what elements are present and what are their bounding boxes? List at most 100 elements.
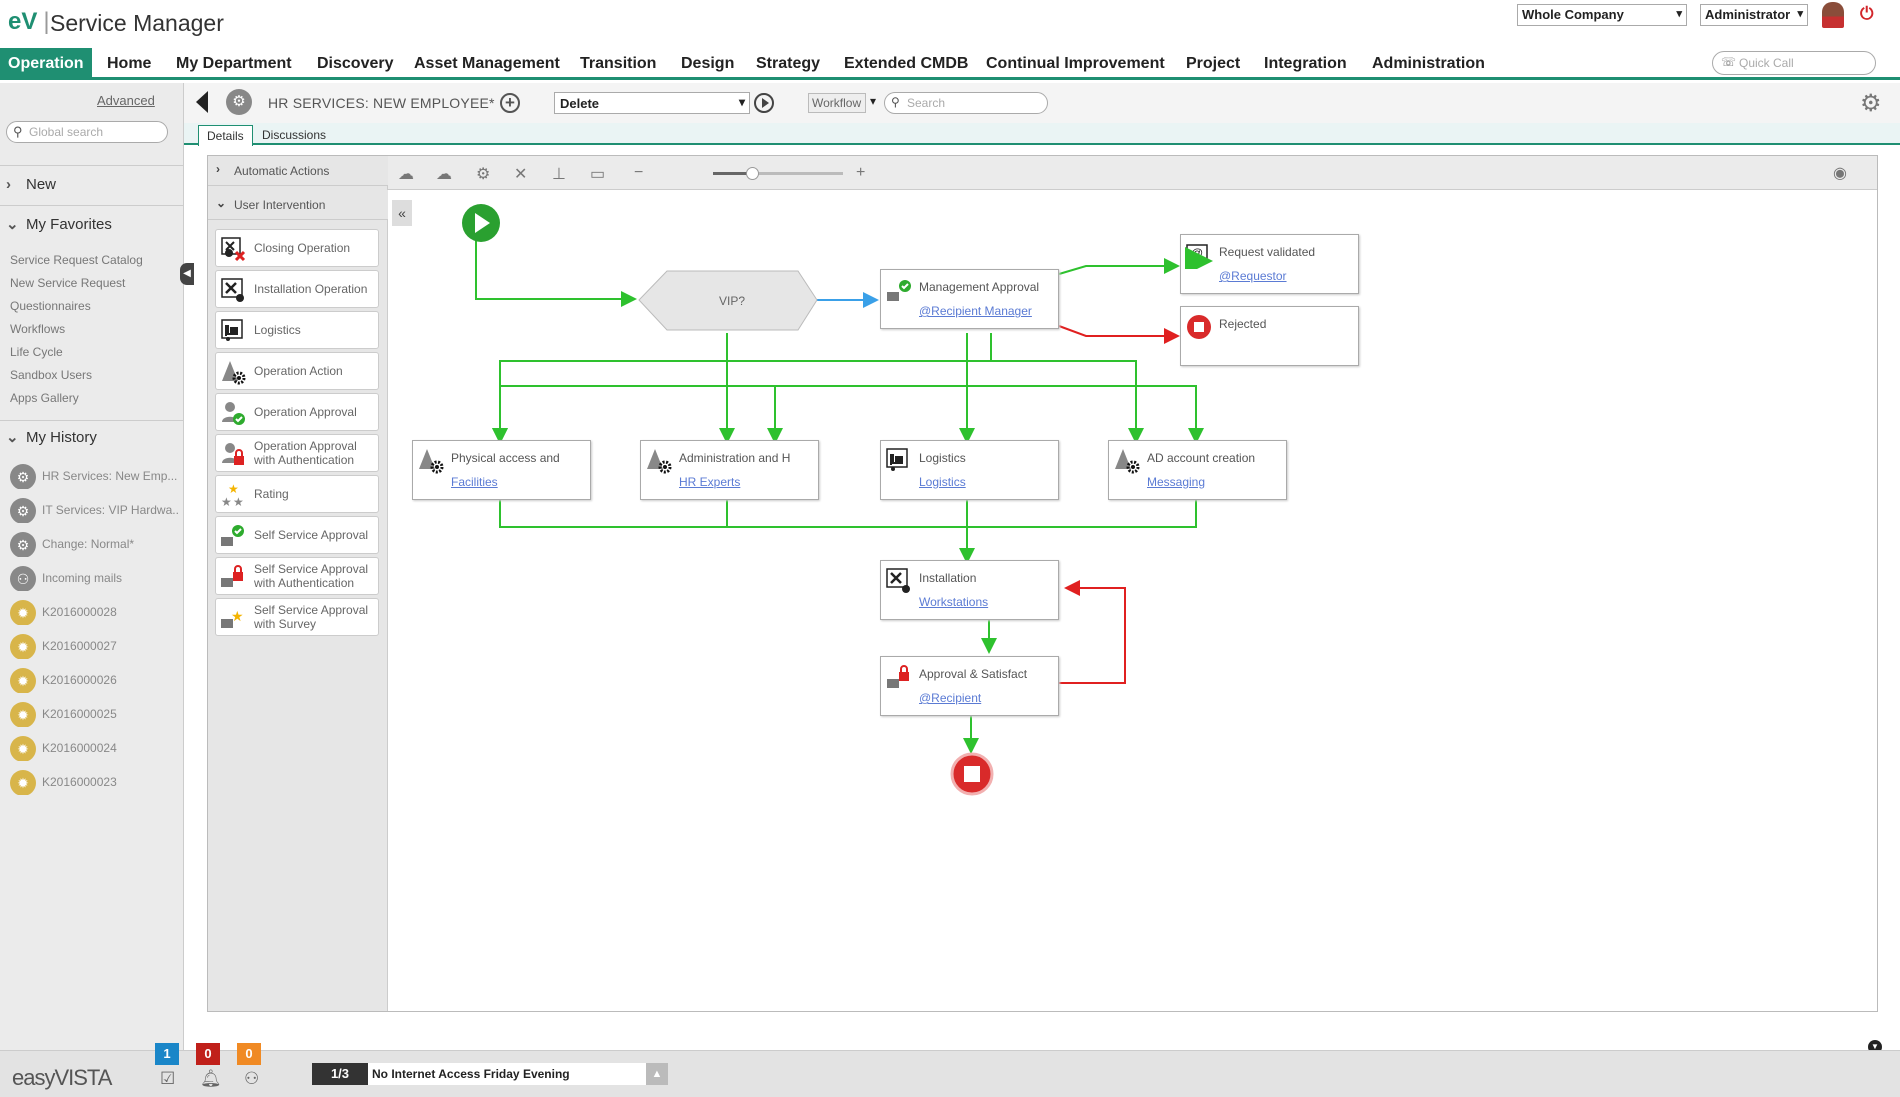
- nav-strategy[interactable]: Strategy: [756, 48, 820, 79]
- delete-icon[interactable]: ✕: [514, 164, 527, 184]
- node-installation[interactable]: Installation Workstations: [880, 560, 1059, 620]
- tab-details[interactable]: Details: [198, 125, 253, 146]
- zoom-slider-knob[interactable]: [746, 167, 759, 180]
- history-item[interactable]: ⚇ Incoming mails: [10, 565, 180, 591]
- history-item[interactable]: ✹ K2016000025: [10, 701, 180, 727]
- add-icon[interactable]: +: [500, 93, 520, 113]
- history-item[interactable]: ⚙ HR Services: New Emp...: [10, 463, 180, 489]
- action-select[interactable]: Delete: [554, 92, 750, 114]
- history-item[interactable]: ✹ K2016000027: [10, 633, 180, 659]
- favorite-link[interactable]: New Service Request: [10, 276, 125, 290]
- lightbulb-icon: ✹: [10, 735, 36, 761]
- eye-icon[interactable]: ◉: [1833, 163, 1847, 183]
- sidebar-new-section[interactable]: › New: [6, 176, 56, 193]
- favorite-link[interactable]: Sandbox Users: [10, 368, 92, 382]
- history-item[interactable]: ✹ K2016000023: [10, 769, 180, 795]
- logout-icon[interactable]: ⏻: [1860, 4, 1873, 24]
- palette-item[interactable]: Operation Approval: [215, 393, 379, 431]
- end-node[interactable]: [950, 752, 994, 796]
- favorite-link[interactable]: Apps Gallery: [10, 391, 79, 405]
- advanced-link[interactable]: Advanced: [97, 93, 155, 108]
- ev-logo: eV |: [8, 8, 50, 35]
- sidebar-history-section[interactable]: ⌄ My History: [6, 428, 97, 446]
- user-avatar[interactable]: [1822, 2, 1844, 28]
- back-arrow-icon[interactable]: [196, 91, 208, 113]
- palette-item[interactable]: Operation Approval with Authentication: [215, 434, 379, 472]
- nav-operation[interactable]: Operation: [0, 48, 92, 79]
- start-node[interactable]: [462, 204, 500, 242]
- zoom-in-icon[interactable]: +: [856, 164, 865, 182]
- nav-transition[interactable]: Transition: [580, 48, 656, 79]
- palette-item[interactable]: Operation Action: [215, 352, 379, 390]
- history-item[interactable]: ✹ K2016000028: [10, 599, 180, 625]
- node-administration-hr[interactable]: Administration and H HR Experts: [640, 440, 819, 500]
- svg-text:@: @: [1191, 246, 1203, 260]
- connector-icon[interactable]: ⊥: [552, 164, 566, 184]
- favorite-link[interactable]: Life Cycle: [10, 345, 63, 359]
- zoom-out-icon[interactable]: −: [634, 164, 643, 182]
- favorite-link[interactable]: Workflows: [10, 322, 65, 336]
- sidebar-favorites-section[interactable]: ⌄ My Favorites: [6, 215, 112, 233]
- nav-home[interactable]: Home: [107, 48, 151, 79]
- main-nav: Operation Home My Department Discovery A…: [0, 48, 1900, 80]
- nav-asset-management[interactable]: Asset Management: [414, 48, 560, 79]
- favorite-link[interactable]: Service Request Catalog: [10, 253, 143, 267]
- node-request-validated[interactable]: @ Request validated @Requestor: [1180, 234, 1359, 294]
- palette-item[interactable]: Self Service Approval with Authenticatio…: [215, 557, 379, 595]
- team-icon[interactable]: ⚇: [244, 1069, 259, 1089]
- automatic-actions-header[interactable]: › Automatic Actions: [208, 156, 388, 186]
- cloud-download-icon[interactable]: ☁: [436, 164, 452, 184]
- user-intervention-header[interactable]: ⌄ User Intervention: [208, 190, 388, 220]
- history-item[interactable]: ✹ K2016000024: [10, 735, 180, 761]
- tab-discussions[interactable]: Discussions: [254, 125, 334, 145]
- history-item[interactable]: ✹ K2016000026: [10, 667, 180, 693]
- run-action-icon[interactable]: [754, 93, 774, 113]
- chevron-down-icon: ⌄: [6, 216, 19, 233]
- node-ad-account-creation[interactable]: AD account creation Messaging: [1108, 440, 1287, 500]
- nav-integration[interactable]: Integration: [1264, 48, 1347, 79]
- node-physical-access[interactable]: Physical access and Facilities: [412, 440, 591, 500]
- nav-discovery[interactable]: Discovery: [317, 48, 394, 79]
- palette-item[interactable]: ★ Self Service Approval with Survey: [215, 598, 379, 636]
- palette-item[interactable]: Self Service Approval: [215, 516, 379, 554]
- chevron-down-icon[interactable]: ▾: [870, 94, 876, 108]
- quick-call-input[interactable]: ☏ Quick Call: [1712, 51, 1876, 75]
- nav-my-department[interactable]: My Department: [176, 48, 292, 79]
- palette-item[interactable]: Installation Operation: [215, 270, 379, 308]
- sidebar-collapse-button[interactable]: ◀: [180, 263, 194, 285]
- history-item[interactable]: ⚙ Change: Normal*: [10, 531, 180, 557]
- role-select[interactable]: Administrator: [1700, 4, 1808, 26]
- palette-item[interactable]: Closing Operation: [215, 229, 379, 267]
- node-management-approval[interactable]: Management Approval @Recipient Manager: [880, 269, 1059, 329]
- workflow-search-input[interactable]: ⚲ Search: [884, 92, 1048, 114]
- cloud-upload-icon[interactable]: ☁: [398, 164, 414, 184]
- node-approval-satisfaction[interactable]: Approval & Satisfact @Recipient: [880, 656, 1059, 716]
- message-expand-button[interactable]: ▲: [646, 1063, 668, 1085]
- nav-extended-cmdb[interactable]: Extended CMDB: [844, 48, 968, 79]
- search-icon: ⚲: [891, 95, 900, 109]
- tasks-icon[interactable]: ☑: [160, 1069, 175, 1089]
- favorite-link[interactable]: Questionnaires: [10, 299, 91, 313]
- node-logistics[interactable]: Logistics Logistics: [880, 440, 1059, 500]
- nav-continual-improvement[interactable]: Continual Improvement: [986, 48, 1165, 79]
- nav-administration[interactable]: Administration: [1372, 48, 1485, 79]
- zoom-slider[interactable]: [713, 167, 843, 180]
- palette-item[interactable]: ★ ★ ★ Rating: [215, 475, 379, 513]
- history-item[interactable]: ⚙ IT Services: VIP Hardwa...: [10, 497, 180, 523]
- sitemap-icon: ⚇: [10, 565, 36, 591]
- palette-collapse-button[interactable]: «: [392, 200, 412, 226]
- message-pager[interactable]: 1/3: [312, 1063, 368, 1085]
- global-search-input[interactable]: ⚲ Global search: [6, 121, 168, 143]
- chevron-down-icon: ⌄: [216, 196, 227, 210]
- palette-item[interactable]: Logistics: [215, 311, 379, 349]
- workflow-select[interactable]: Workflow: [808, 93, 866, 113]
- bell-icon[interactable]: 🔔︎: [200, 1069, 222, 1089]
- nav-project[interactable]: Project: [1186, 48, 1240, 79]
- node-settings-icon[interactable]: ⚙: [476, 164, 490, 184]
- node-rejected[interactable]: Rejected: [1180, 306, 1359, 366]
- company-select[interactable]: Whole Company: [1517, 4, 1687, 26]
- print-icon[interactable]: ▭: [590, 164, 605, 184]
- settings-gear-icon[interactable]: ⚙: [1860, 89, 1882, 118]
- nav-design[interactable]: Design: [681, 48, 734, 79]
- installation-icon: [221, 278, 244, 302]
